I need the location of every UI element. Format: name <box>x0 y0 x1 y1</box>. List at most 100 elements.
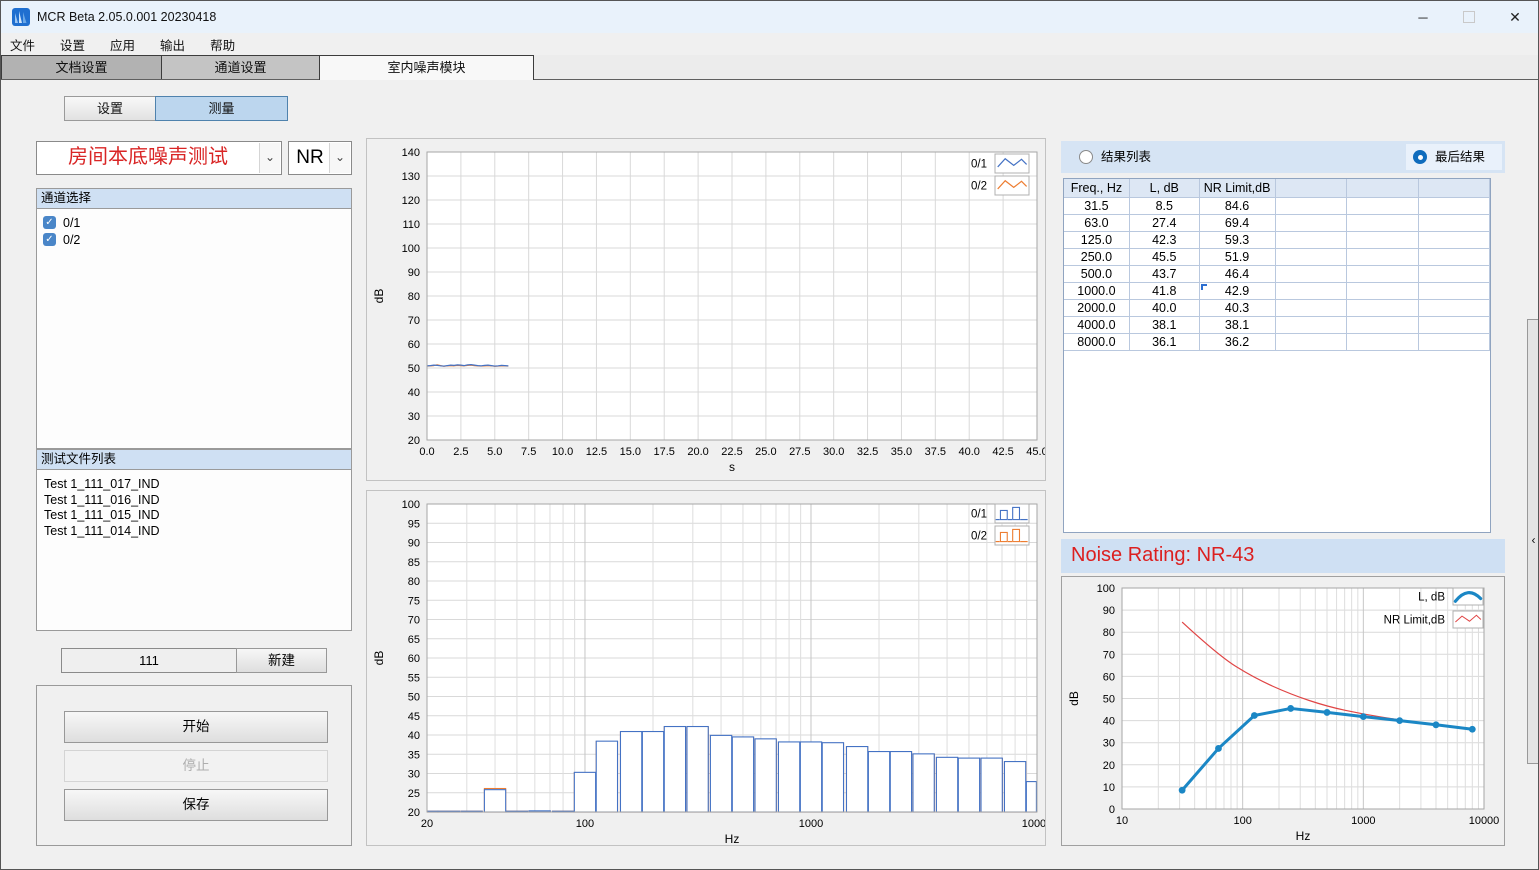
table-cell[interactable] <box>1276 232 1348 249</box>
table-cell[interactable]: 38.1 <box>1130 317 1200 334</box>
table-cell[interactable]: 36.2 <box>1200 334 1276 351</box>
table-cell[interactable]: 84.6 <box>1200 198 1276 215</box>
panel-collapse-splitter[interactable]: ‹ <box>1527 319 1539 764</box>
table-row[interactable]: 4000.038.138.1 <box>1064 317 1490 334</box>
table-cell[interactable]: 8.5 <box>1130 198 1200 215</box>
table-cell[interactable] <box>1419 300 1490 317</box>
test-name-input[interactable] <box>61 648 237 673</box>
close-button[interactable]: ✕ <box>1492 1 1538 33</box>
minimize-button[interactable]: ─ <box>1400 1 1446 33</box>
table-header-cell <box>1276 179 1348 198</box>
channel-item-0-1[interactable]: ✓ 0/1 <box>37 214 351 231</box>
table-cell[interactable] <box>1419 317 1490 334</box>
table-row[interactable]: 8000.036.136.2 <box>1064 334 1490 351</box>
file-item[interactable]: Test 1_111_016_IND <box>37 493 351 509</box>
table-cell[interactable] <box>1347 266 1419 283</box>
table-cell[interactable]: 2000.0 <box>1064 300 1130 317</box>
table-cell[interactable]: 43.7 <box>1130 266 1200 283</box>
menu-settings[interactable]: 设置 <box>59 33 97 56</box>
rating-type-dropdown[interactable]: NR ⌄ <box>288 141 352 175</box>
save-button[interactable]: 保存 <box>64 789 328 821</box>
maximize-button[interactable] <box>1446 1 1492 33</box>
radio-result-list-label[interactable]: 结果列表 <box>1101 141 1151 173</box>
file-item[interactable]: Test 1_111_014_IND <box>37 524 351 540</box>
radio-result-list-icon[interactable] <box>1079 150 1093 164</box>
table-row[interactable]: 500.043.746.4 <box>1064 266 1490 283</box>
table-cell[interactable] <box>1276 317 1348 334</box>
table-cell[interactable] <box>1276 249 1348 266</box>
table-cell[interactable]: 40.3 <box>1200 300 1276 317</box>
table-cell[interactable] <box>1276 266 1348 283</box>
table-cell[interactable]: 45.5 <box>1130 249 1200 266</box>
table-cell[interactable] <box>1276 283 1348 300</box>
table-cell[interactable]: 41.8 <box>1130 283 1200 300</box>
table-cell[interactable] <box>1276 300 1348 317</box>
table-cell[interactable] <box>1347 249 1419 266</box>
table-cell[interactable] <box>1347 317 1419 334</box>
menu-file[interactable]: 文件 <box>9 33 47 56</box>
tab-document-settings[interactable]: 文档设置 <box>1 55 161 79</box>
table-cell[interactable]: 4000.0 <box>1064 317 1130 334</box>
table-row[interactable]: 250.045.551.9 <box>1064 249 1490 266</box>
table-cell[interactable] <box>1347 334 1419 351</box>
table-cell[interactable] <box>1347 283 1419 300</box>
table-cell[interactable] <box>1419 266 1490 283</box>
channel-item-0-2[interactable]: ✓ 0/2 <box>37 231 351 248</box>
table-row[interactable]: 2000.040.040.3 <box>1064 300 1490 317</box>
menu-output[interactable]: 输出 <box>159 33 197 56</box>
table-cell[interactable]: 59.3 <box>1200 232 1276 249</box>
svg-text:10000: 10000 <box>1469 815 1500 827</box>
table-cell[interactable]: 27.4 <box>1130 215 1200 232</box>
table-cell[interactable] <box>1347 300 1419 317</box>
table-cell[interactable]: 40.0 <box>1130 300 1200 317</box>
tab-channel-settings[interactable]: 通道设置 <box>161 55 319 79</box>
table-cell[interactable] <box>1347 232 1419 249</box>
table-cell[interactable] <box>1419 232 1490 249</box>
table-cell[interactable] <box>1419 215 1490 232</box>
menu-help[interactable]: 帮助 <box>209 33 247 56</box>
table-cell[interactable] <box>1276 334 1348 351</box>
table-cell[interactable]: 31.5 <box>1064 198 1130 215</box>
title-bar: MCR Beta 2.05.0.001 20230418 ─ ✕ <box>1 1 1538 33</box>
table-cell[interactable]: 8000.0 <box>1064 334 1130 351</box>
subtab-settings[interactable]: 设置 <box>64 96 156 121</box>
table-cell[interactable] <box>1276 215 1348 232</box>
table-cell[interactable]: 36.1 <box>1130 334 1200 351</box>
radio-last-result-icon[interactable] <box>1413 150 1427 164</box>
table-cell[interactable] <box>1419 198 1490 215</box>
file-item[interactable]: Test 1_111_015_IND <box>37 508 351 524</box>
start-button[interactable]: 开始 <box>64 711 328 743</box>
table-row[interactable]: 63.027.469.4 <box>1064 215 1490 232</box>
chevron-down-icon[interactable]: ⌄ <box>329 143 350 173</box>
table-cell[interactable]: 250.0 <box>1064 249 1130 266</box>
test-type-dropdown[interactable]: 房间本底噪声测试 ⌄ <box>36 141 282 175</box>
table-row[interactable]: 1000.041.842.9 <box>1064 283 1490 300</box>
table-cell[interactable] <box>1419 334 1490 351</box>
table-cell[interactable]: 38.1 <box>1200 317 1276 334</box>
table-cell[interactable] <box>1347 215 1419 232</box>
table-cell[interactable] <box>1419 249 1490 266</box>
chevron-down-icon[interactable]: ⌄ <box>259 143 280 173</box>
table-cell[interactable]: 125.0 <box>1064 232 1130 249</box>
table-cell[interactable]: 63.0 <box>1064 215 1130 232</box>
table-row[interactable]: 31.58.584.6 <box>1064 198 1490 215</box>
table-cell[interactable]: 69.4 <box>1200 215 1276 232</box>
table-cell[interactable] <box>1276 198 1348 215</box>
table-cell[interactable]: 42.9 <box>1200 283 1276 300</box>
table-row[interactable]: 125.042.359.3 <box>1064 232 1490 249</box>
table-cell[interactable]: 500.0 <box>1064 266 1130 283</box>
table-cell[interactable]: 51.9 <box>1200 249 1276 266</box>
menu-application[interactable]: 应用 <box>109 33 147 56</box>
file-item[interactable]: Test 1_111_017_IND <box>37 477 351 493</box>
checkbox-checked-icon[interactable]: ✓ <box>43 216 56 229</box>
table-cell[interactable] <box>1419 283 1490 300</box>
table-cell[interactable]: 1000.0 <box>1064 283 1130 300</box>
new-button[interactable]: 新建 <box>236 648 327 673</box>
radio-last-result-label[interactable]: 最后结果 <box>1435 141 1485 173</box>
table-cell[interactable]: 42.3 <box>1130 232 1200 249</box>
table-cell[interactable] <box>1347 198 1419 215</box>
checkbox-checked-icon[interactable]: ✓ <box>43 233 56 246</box>
table-cell[interactable]: 46.4 <box>1200 266 1276 283</box>
tab-indoor-noise-module[interactable]: 室内噪声模块 <box>319 55 534 80</box>
subtab-measure[interactable]: 测量 <box>155 96 288 121</box>
